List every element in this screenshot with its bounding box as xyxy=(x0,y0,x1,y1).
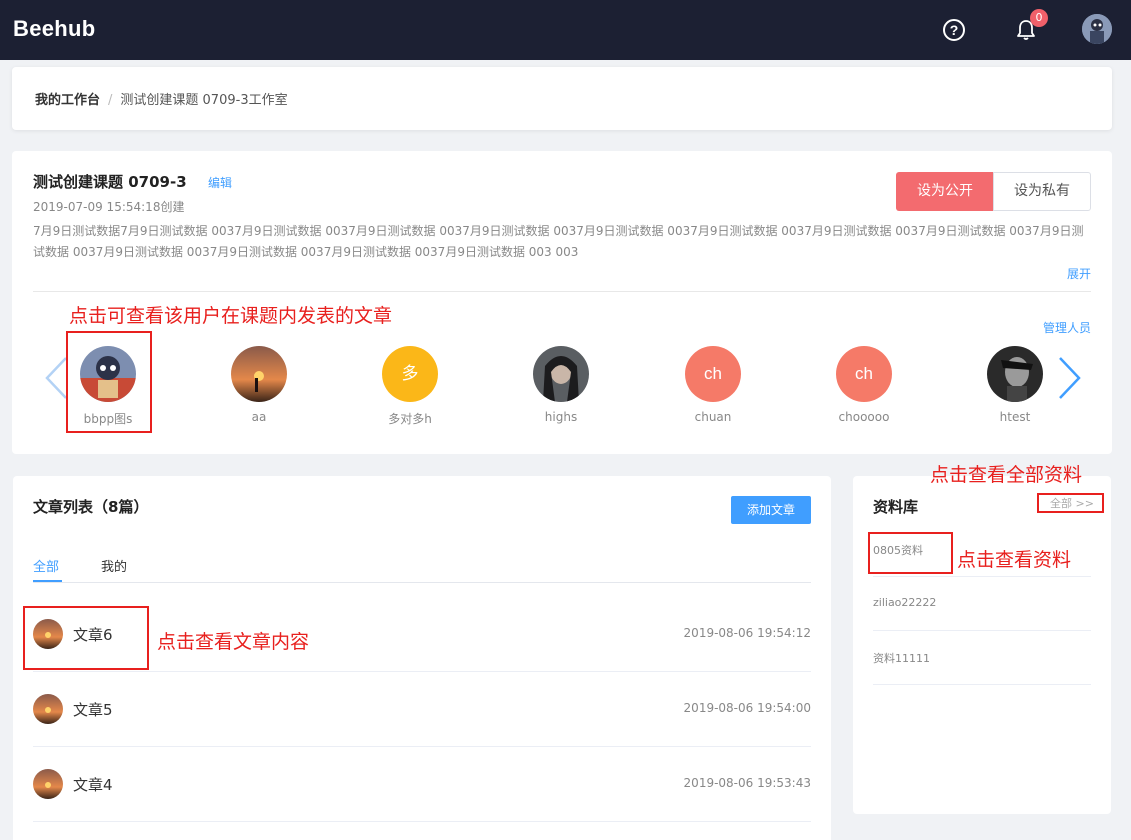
article-row[interactable]: 文章4 2019-08-06 19:53:43 xyxy=(33,747,811,822)
set-public-button[interactable]: 设为公开 xyxy=(896,172,994,211)
tab-mine[interactable]: 我的 xyxy=(101,556,127,575)
member-name: highs xyxy=(544,410,578,424)
article-title[interactable]: 文章4 xyxy=(73,774,113,795)
annotation-member-text: 点击可查看该用户在课题内发表的文章 xyxy=(69,305,393,327)
member-item[interactable]: highs xyxy=(511,346,611,424)
tab-all[interactable]: 全部 xyxy=(33,556,59,575)
topic-created-date: 2019-07-09 15:54:18创建 xyxy=(33,200,185,214)
author-avatar xyxy=(33,769,63,799)
expand-description-link[interactable]: 展开 xyxy=(1067,265,1091,282)
top-navbar: Beehub ? 0 xyxy=(0,0,1131,60)
article-list-title: 文章列表（8篇） xyxy=(33,498,149,516)
author-avatar xyxy=(33,694,63,724)
breadcrumb-separator: / xyxy=(108,93,113,108)
section-divider xyxy=(33,291,1091,292)
article-time: 2019-08-06 19:53:43 xyxy=(683,776,811,790)
library-item-name: ziliao22222 xyxy=(873,596,937,609)
breadcrumb-workspace-link[interactable]: 我的工作台 xyxy=(35,93,100,108)
tab-divider xyxy=(33,582,811,583)
annotation-box-member xyxy=(66,331,152,433)
member-name: chuan xyxy=(694,410,732,424)
notification-count-badge: 0 xyxy=(1030,9,1048,27)
library-card: 资料库 全部 >> 0805资料 ziliao22222 资料11111 xyxy=(853,476,1111,814)
member-name: htest xyxy=(999,410,1031,424)
edit-topic-link[interactable]: 编辑 xyxy=(208,174,232,191)
member-item[interactable]: aa xyxy=(209,346,309,424)
member-avatar: 多 xyxy=(382,346,438,402)
annotation-box-all xyxy=(1037,493,1104,513)
library-item[interactable]: ziliao22222 xyxy=(873,577,1091,631)
annotation-article-text: 点击查看文章内容 xyxy=(157,631,310,653)
member-item[interactable]: ch chuan xyxy=(663,346,763,424)
add-article-button[interactable]: 添加文章 xyxy=(731,496,811,524)
breadcrumb-card: 我的工作台 / 测试创建课题 0709-3工作室 xyxy=(12,67,1112,130)
breadcrumb-current: 测试创建课题 0709-3工作室 xyxy=(120,93,288,108)
member-avatar xyxy=(533,346,589,402)
manage-members-link[interactable]: 管理人员 xyxy=(1043,319,1091,336)
user-avatar[interactable] xyxy=(1082,14,1112,44)
annotation-box-item xyxy=(868,532,953,574)
article-time: 2019-08-06 19:54:12 xyxy=(683,626,811,640)
article-title[interactable]: 文章5 xyxy=(73,699,113,720)
library-title: 资料库 xyxy=(873,498,919,516)
app-logo[interactable]: Beehub xyxy=(13,16,95,42)
member-name: aa xyxy=(251,410,267,424)
annotation-all-text: 点击查看全部资料 xyxy=(930,464,1083,486)
annotation-item-text: 点击查看资料 xyxy=(957,549,1072,571)
article-row[interactable]: 文章6 2019-08-06 19:54:12 xyxy=(33,597,811,672)
topic-title: 测试创建课题 0709-3 xyxy=(33,173,187,191)
member-avatar: ch xyxy=(836,346,892,402)
article-time: 2019-08-06 19:54:00 xyxy=(683,701,811,715)
library-item[interactable]: 资料11111 xyxy=(873,631,1091,685)
member-avatar: ch xyxy=(685,346,741,402)
set-private-button[interactable]: 设为私有 xyxy=(993,172,1091,211)
member-item[interactable]: htest xyxy=(965,346,1065,424)
help-icon[interactable]: ? xyxy=(943,19,965,41)
member-item[interactable]: 多 多对多h xyxy=(360,346,460,427)
user-avatar-image xyxy=(1082,14,1112,44)
breadcrumb: 我的工作台 / 测试创建课题 0709-3工作室 xyxy=(35,89,288,108)
article-row[interactable]: 文章5 2019-08-06 19:54:00 xyxy=(33,672,811,747)
member-item[interactable]: ch chooooo xyxy=(814,346,914,424)
member-avatar xyxy=(231,346,287,402)
library-item-name: 资料11111 xyxy=(873,652,930,665)
member-avatar xyxy=(987,346,1043,402)
annotation-box-article xyxy=(23,606,149,670)
member-name: 多对多h xyxy=(388,412,432,426)
topic-description: 7月9日测试数据7月9日测试数据 0037月9日测试数据 0037月9日测试数据… xyxy=(33,224,1084,259)
member-name: chooooo xyxy=(838,410,890,424)
